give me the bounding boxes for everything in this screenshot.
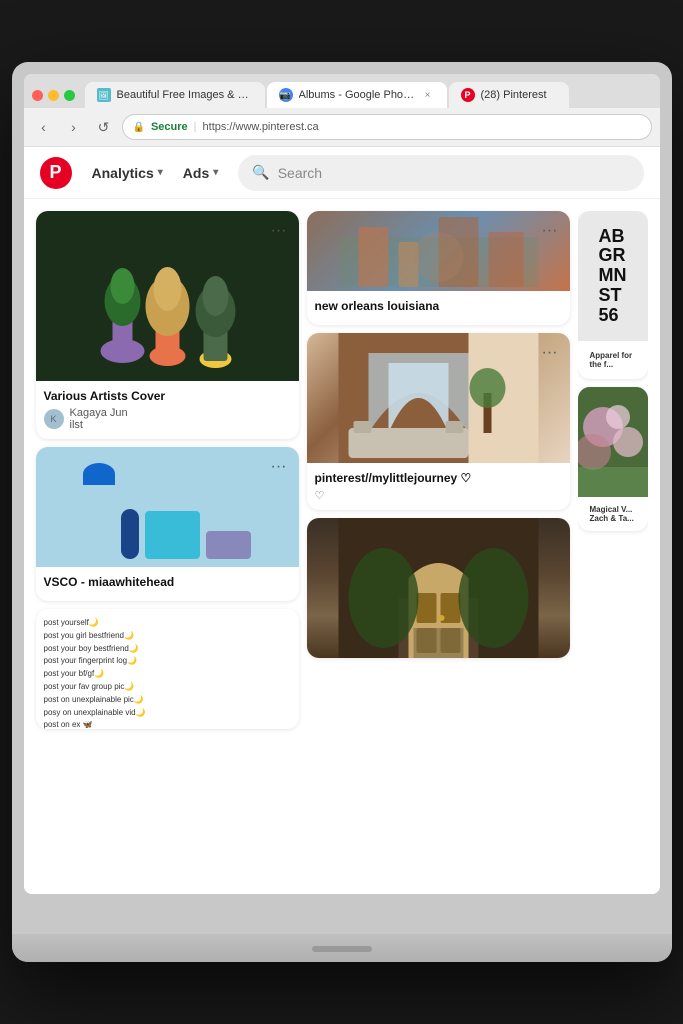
minimize-traffic-light[interactable] — [48, 90, 59, 101]
lock-icon: 🔒 — [133, 122, 145, 133]
url-separator: | — [194, 121, 197, 133]
tab-2[interactable]: 📷 Albums - Google Photos × — [267, 82, 447, 108]
text-line-8: posy on unexplainable vid🌙 — [44, 707, 291, 720]
secure-label: Secure — [151, 121, 188, 133]
tab-2-title: Albums - Google Photos — [299, 89, 415, 101]
back-button[interactable]: ‹ — [32, 115, 56, 139]
text-list-block: post yourself🌙 post you girl bestfriend🌙… — [36, 609, 299, 729]
vsco-bottle — [121, 509, 139, 559]
search-bar[interactable]: 🔍 Search — [238, 155, 643, 191]
author-name: Kagaya Jun — [70, 407, 128, 419]
text-line-6: post your fav group pic🌙 — [44, 681, 291, 694]
pin-vsco-more[interactable]: ··· — [267, 455, 291, 479]
address-bar[interactable]: 🔒 Secure | https://www.pinterest.ca — [122, 114, 652, 140]
typography-label: Apparel for the f... — [584, 345, 642, 375]
pin-artists-author: K Kagaya Jun ilst — [44, 407, 291, 431]
laptop-notch — [312, 946, 372, 952]
text-line-3: post your boy bestfriend🌙 — [44, 643, 291, 656]
text-line-5: post your bf/gf🌙 — [44, 668, 291, 681]
tab-1[interactable]: 🖼 Beautiful Free Images & Pictu... — [85, 82, 265, 108]
pin-typography[interactable]: AB GR MN ST 56 Apparel for the f... — [578, 211, 648, 379]
refresh-button[interactable]: ↺ — [92, 115, 116, 139]
analytics-nav[interactable]: Analytics ▾ — [92, 165, 163, 181]
new-orleans-svg — [311, 211, 566, 287]
author-avatar-kagaya: K — [44, 409, 64, 429]
tab-3-title: (28) Pinterest — [481, 89, 557, 101]
typography-image: AB GR MN ST 56 — [578, 211, 648, 341]
laptop-base — [12, 934, 672, 962]
browser-window: 🖼 Beautiful Free Images & Pictu... 📷 Alb… — [24, 74, 660, 894]
garden-image — [578, 387, 648, 497]
interior-svg — [307, 333, 570, 463]
pin-artists-more[interactable]: ··· — [267, 219, 291, 243]
type-letters: AB GR MN ST 56 — [599, 227, 627, 326]
interior-image — [307, 333, 570, 463]
pin-text-list[interactable]: post yourself🌙 post you girl bestfriend🌙… — [36, 609, 299, 729]
author-sub: ilst — [70, 419, 128, 431]
search-icon: 🔍 — [252, 164, 269, 181]
tab-2-favicon: 📷 — [279, 88, 293, 102]
pin-column-1: ··· Various Artists Cover K Kagaya Jun i… — [36, 211, 299, 882]
tab-1-title: Beautiful Free Images & Pictu... — [117, 89, 253, 101]
text-line-4: post your fingerprint log🌙 — [44, 655, 291, 668]
pin-artists-cover[interactable]: ··· Various Artists Cover K Kagaya Jun i… — [36, 211, 299, 439]
tab-2-close[interactable]: × — [421, 88, 435, 102]
tab-3[interactable]: P (28) Pinterest — [449, 82, 569, 108]
pinterest-content: ··· Various Artists Cover K Kagaya Jun i… — [24, 199, 660, 894]
door-image — [307, 518, 570, 658]
new-orleans-image — [307, 211, 570, 291]
pin-vsco[interactable]: ··· VSCO - miaawhitehead — [36, 447, 299, 601]
browser-chrome: 🖼 Beautiful Free Images & Pictu... 📷 Alb… — [24, 74, 660, 147]
vsco-hat — [83, 463, 115, 485]
pins-area: ··· Various Artists Cover K Kagaya Jun i… — [24, 199, 660, 894]
text-list-content: post yourself🌙 post you girl bestfriend🌙… — [44, 617, 291, 729]
pin-interior[interactable]: ··· pinterest//mylittlejourney ♡ ♡ — [307, 333, 570, 510]
text-line-2: post you girl bestfriend🌙 — [44, 630, 291, 643]
door-svg — [307, 518, 570, 658]
pin-interior-title: pinterest//mylittlejourney ♡ — [315, 471, 562, 485]
address-bar-row: ‹ › ↺ 🔒 Secure | https://www.pinterest.c… — [24, 108, 660, 146]
pinterest-app-bar: P Analytics ▾ Ads ▾ 🔍 Search — [24, 147, 660, 199]
pinterest-logo-text: P — [49, 162, 61, 183]
tab-1-favicon: 🖼 — [97, 88, 111, 102]
tab-bar: 🖼 Beautiful Free Images & Pictu... 📷 Alb… — [24, 74, 660, 108]
screen-bezel: 🖼 Beautiful Free Images & Pictu... 📷 Alb… — [24, 74, 660, 894]
text-line-7: post on unexplainable pic🌙 — [44, 694, 291, 707]
pinterest-logo[interactable]: P — [40, 157, 72, 189]
heart-icon: ♡ — [315, 489, 325, 502]
pin-interior-more[interactable]: ··· — [538, 341, 562, 365]
pin-new-orleans-title: new orleans louisiana — [315, 299, 562, 313]
pin-new-orleans[interactable]: ··· new orleans louisiana — [307, 211, 570, 325]
ads-label: Ads — [183, 165, 209, 181]
pin-column-2: ··· new orleans louisiana — [307, 211, 570, 882]
forward-button[interactable]: › — [62, 115, 86, 139]
close-traffic-light[interactable] — [32, 90, 43, 101]
garden-svg — [578, 387, 648, 497]
pin-new-orleans-more[interactable]: ··· — [538, 219, 562, 243]
maximize-traffic-light[interactable] — [64, 90, 75, 101]
analytics-chevron: ▾ — [158, 167, 163, 178]
laptop-body: 🖼 Beautiful Free Images & Pictu... 📷 Alb… — [12, 62, 672, 962]
pin-artists-title: Various Artists Cover — [44, 389, 291, 403]
pin-column-3-partial: AB GR MN ST 56 Apparel for the f... — [578, 211, 648, 882]
search-placeholder: Search — [278, 165, 322, 181]
artists-cover-svg — [36, 211, 299, 381]
analytics-label: Analytics — [92, 165, 154, 181]
url-text: https://www.pinterest.ca — [203, 121, 319, 133]
traffic-lights — [32, 90, 75, 101]
garden-label: Magical V... Zach & Ta... — [584, 501, 642, 527]
tab-3-favicon: P — [461, 88, 475, 102]
pin-door[interactable] — [307, 518, 570, 658]
text-line-1: post yourself🌙 — [44, 617, 291, 630]
ads-nav[interactable]: Ads ▾ — [183, 165, 218, 181]
pin-vsco-title: VSCO - miaawhitehead — [44, 575, 291, 589]
text-line-9: post on ex 🦋 — [44, 719, 291, 729]
vsco-shirt — [145, 511, 200, 559]
vsco-shoes — [206, 531, 251, 559]
pin-interior-heart[interactable]: ♡ — [315, 489, 562, 502]
ads-chevron: ▾ — [213, 167, 218, 178]
pin-garden[interactable]: Magical V... Zach & Ta... — [578, 387, 648, 531]
